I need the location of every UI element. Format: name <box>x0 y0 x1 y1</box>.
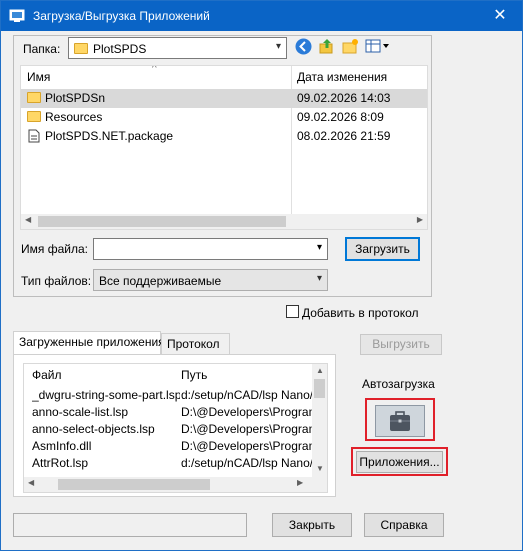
help-button[interactable]: Справка <box>364 513 444 537</box>
file-date: 09.02.2026 8:09 <box>297 110 384 124</box>
scroll-down-icon[interactable]: ▼ <box>316 464 324 473</box>
app-path: d:/setup/nCAD/lsp Nano/dr <box>181 456 313 470</box>
apps-horizontal-scrollbar[interactable]: ◀ ▶ <box>24 477 327 492</box>
folder-label: Папка: <box>23 42 61 56</box>
file-row-resources[interactable]: Resources 09.02.2026 8:09 <box>21 108 427 127</box>
new-folder-icon <box>342 39 358 54</box>
file-name: PlotSPDS.NET.package <box>45 129 174 143</box>
app-file[interactable]: anno-select-objects.lsp <box>32 421 180 438</box>
sort-indicator: ^ <box>152 65 157 74</box>
window-title: Загрузка/Выгрузка Приложений <box>33 9 210 23</box>
file-row-package[interactable]: PlotSPDS.NET.package 08.02.2026 21:59 <box>21 127 427 146</box>
tab-loaded-apps[interactable]: Загруженные приложения <box>13 331 165 355</box>
scroll-left-icon[interactable]: ◀ <box>25 215 31 224</box>
new-folder-button[interactable] <box>341 38 359 56</box>
chevron-down-icon: ▾ <box>275 41 281 52</box>
app-file[interactable]: AttrRot.lsp <box>32 455 180 472</box>
scroll-left-icon[interactable]: ◀ <box>28 478 34 487</box>
folder-icon <box>74 43 88 54</box>
column-header-name[interactable]: Имя <box>21 66 50 88</box>
file-date: 08.02.2026 21:59 <box>297 129 391 143</box>
filename-label: Имя файла: <box>21 242 88 256</box>
scroll-up-icon[interactable]: ▲ <box>316 366 324 375</box>
chevron-down-icon[interactable]: ▾ <box>317 242 322 253</box>
column-header-file[interactable]: Файл <box>32 368 62 382</box>
folder-combo[interactable]: PlotSPDS ▾ <box>68 37 287 59</box>
app-path: d:/setup/nCAD/lsp Nano/Dv <box>181 388 313 402</box>
app-path: D:\@Developers\Programm <box>181 405 313 419</box>
filetype-select[interactable]: Все поддерживаемые ▾ <box>93 269 328 291</box>
column-header-date[interactable]: Дата изменения <box>291 66 387 88</box>
tab-log[interactable]: Протокол <box>161 333 230 355</box>
autoload-label: Автозагрузка <box>362 377 435 391</box>
file-list-horizontal-scrollbar[interactable]: ◀ ▶ <box>21 214 427 229</box>
file-name: Resources <box>45 110 103 124</box>
file-name: PlotSPDSn <box>45 91 106 105</box>
filename-input[interactable]: ▾ <box>93 238 328 260</box>
status-field <box>13 513 247 537</box>
folder-combo-value: PlotSPDS <box>93 42 147 56</box>
folder-icon <box>27 92 41 103</box>
title-bar: Загрузка/Выгрузка Приложений ✕ <box>1 1 522 31</box>
filetype-label: Тип файлов: <box>21 274 92 288</box>
scroll-right-icon[interactable]: ▶ <box>297 478 303 487</box>
scrollbar-thumb[interactable] <box>38 216 286 227</box>
folder-icon <box>27 111 41 122</box>
scroll-right-icon[interactable]: ▶ <box>417 215 423 224</box>
app-path: D:\@Developers\Programm <box>181 439 313 453</box>
up-folder-icon <box>319 39 332 54</box>
scrollbar-thumb[interactable] <box>314 379 325 398</box>
up-folder-button[interactable] <box>317 38 335 56</box>
back-arrow-icon <box>295 38 311 55</box>
app-path: D:\@Developers\Programm <box>181 422 313 436</box>
app-file[interactable]: anno-scale-list.lsp <box>32 404 180 421</box>
autoload-briefcase-button[interactable] <box>375 405 425 437</box>
add-to-log-checkbox[interactable] <box>286 305 299 318</box>
file-date: 09.02.2026 14:03 <box>297 91 391 105</box>
scrollbar-thumb[interactable] <box>58 479 210 490</box>
loaded-apps-list[interactable]: Файл Путь _dwgru-string-some-part.lsp d:… <box>23 363 328 493</box>
filetype-select-value: Все поддерживаемые <box>99 274 222 288</box>
column-header-path[interactable]: Путь <box>181 368 207 382</box>
file-icon <box>28 129 40 143</box>
load-button[interactable]: Загрузить <box>345 237 420 261</box>
close-button[interactable]: Закрыть <box>272 513 352 537</box>
app-window-icon <box>9 9 25 22</box>
app-file[interactable]: _dwgru-string-some-part.lsp <box>32 387 180 404</box>
close-window-button[interactable]: ✕ <box>478 1 522 31</box>
views-menu-button[interactable] <box>365 38 389 56</box>
add-to-log-label: Добавить в протокол <box>302 306 419 320</box>
app-file[interactable]: AsmInfo.dll <box>32 438 180 455</box>
briefcase-icon <box>390 411 410 431</box>
file-list[interactable]: ^ Имя Дата изменения PlotSPDSn 09.02.202… <box>20 65 428 230</box>
apps-vertical-scrollbar[interactable]: ▲ ▼ <box>312 364 327 477</box>
unload-button[interactable]: Выгрузить <box>360 334 442 355</box>
app-window: Загрузка/Выгрузка Приложений ✕ Папка: Pl… <box>0 0 523 551</box>
chevron-down-icon: ▾ <box>316 273 322 284</box>
loaded-apps-panel: Файл Путь _dwgru-string-some-part.lsp d:… <box>13 354 336 497</box>
back-button[interactable] <box>294 38 312 56</box>
file-row-plotspdsn[interactable]: PlotSPDSn 09.02.2026 14:03 <box>21 89 427 108</box>
view-grid-icon <box>365 39 389 53</box>
applications-button[interactable]: Приложения... <box>356 451 443 473</box>
